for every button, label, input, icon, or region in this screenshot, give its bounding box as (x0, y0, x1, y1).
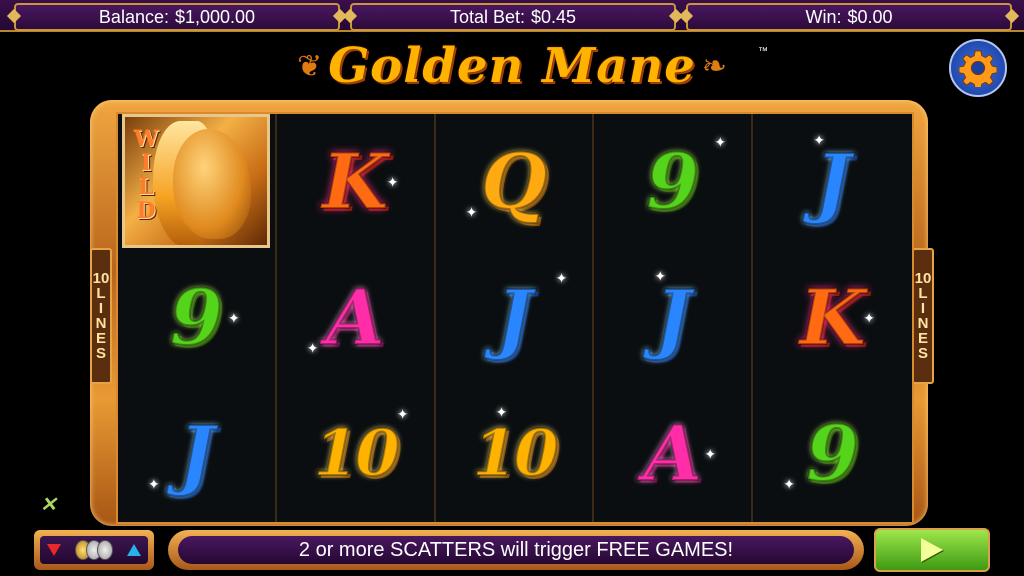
lines-letter: S (917, 345, 928, 362)
play-icon (921, 538, 943, 562)
reel-cell: 9 ✦ (118, 250, 275, 386)
bet-selector-inner (40, 536, 148, 564)
reel-cell: J ✦ (594, 250, 751, 386)
reel-cell: J ✦ (118, 386, 275, 522)
wild-letter: W (133, 126, 159, 152)
reel-cell: 10 ✦ (436, 386, 593, 522)
lines-letter: E (95, 330, 106, 347)
sparkle-icon: ✦ (306, 340, 319, 356)
reel-column: J ✦ K ✦ 9 ✦ (753, 114, 912, 522)
symbol-9: 9 (645, 137, 700, 226)
symbol-k: K (799, 273, 867, 362)
reel-cell: J ✦ (753, 114, 912, 250)
sparkle-icon: ✦ (714, 134, 727, 150)
reel-grid: W I L D 9 ✦ J ✦ K ✦ A ✦ 10 ✦ Q ✦ J ✦ 10 ✦ 9 ✦ J ✦ A ✦ J ✦ K ✦ 9 ✦ (116, 112, 914, 524)
game-logo: ❦ Golden Mane ❧ ™ (256, 34, 768, 98)
sparkle-icon: ✦ (863, 310, 875, 326)
lines-letter: L (918, 285, 928, 302)
win-label: Win: (805, 6, 842, 27)
trademark-mark: ™ (758, 46, 768, 57)
lines-letter: N (917, 315, 929, 332)
reel-cell: K ✦ (277, 114, 434, 250)
sparkle-icon: ✦ (704, 446, 717, 462)
message-text: 2 or more SCATTERS will trigger FREE GAM… (178, 536, 854, 564)
symbol-k: K (321, 137, 389, 226)
sparkle-icon: ✦ (783, 476, 795, 492)
sparkle-icon: ✦ (555, 270, 568, 286)
horse-head-icon (173, 129, 251, 239)
wild-letter: D (136, 198, 156, 224)
symbol-j: J (177, 409, 215, 498)
reel-cell: A ✦ (277, 250, 434, 386)
lines-count: 10 (92, 270, 110, 287)
top-status-bar: Balance: $1,000.00 Total Bet: $0.45 Win:… (0, 0, 1024, 32)
sparkle-icon: ✦ (386, 174, 399, 190)
reel-cell: A ✦ (594, 386, 751, 522)
gear-icon (959, 50, 997, 87)
symbol-a: A (325, 273, 386, 362)
lines-indicator-left: 10 L I N E S (90, 248, 112, 384)
settings-gear-button[interactable] (949, 39, 1007, 97)
wild-symbol: WILD (122, 114, 270, 248)
reel-cell: 10 ✦ (277, 386, 434, 522)
bet-decrease-icon[interactable] (47, 544, 61, 556)
flourish-right-icon: ❧ (701, 49, 727, 83)
bet-selector[interactable] (34, 530, 154, 570)
lines-letter: E (917, 330, 928, 347)
total-bet-value: $0.45 (531, 6, 577, 27)
message-bar: 2 or more SCATTERS will trigger FREE GAM… (168, 530, 864, 570)
reel-cell: 9 ✦ (753, 386, 912, 522)
balance-display: Balance: $1,000.00 (14, 3, 340, 31)
reel-cell: J ✦ (436, 250, 593, 386)
total-bet-display: Total Bet: $0.45 (350, 3, 676, 31)
reel-column: Q ✦ J ✦ 10 ✦ (435, 114, 595, 522)
wild-letter: L (138, 174, 154, 200)
symbol-q: Q (480, 137, 548, 226)
symbol-9: 9 (805, 409, 860, 498)
symbol-j: J (814, 137, 852, 226)
lines-letter: N (95, 315, 107, 332)
win-display: Win: $0.00 (686, 3, 1012, 31)
reel-cell: Q ✦ (436, 114, 593, 250)
sparkle-icon: ✦ (148, 476, 160, 492)
x-marker-icon: ✕ (40, 494, 57, 516)
spin-button[interactable] (874, 528, 990, 572)
lines-indicator-right: 10 L I N E S (912, 248, 934, 384)
total-bet-label: Total Bet: (449, 6, 525, 27)
wild-letter: I (140, 150, 152, 176)
sparkle-icon: ✦ (654, 268, 667, 284)
symbol-j: J (654, 273, 692, 362)
lines-letter: L (96, 285, 106, 302)
sparkle-icon: ✦ (465, 204, 478, 220)
win-value: $0.00 (847, 6, 893, 27)
lines-letter: I (920, 300, 926, 317)
reel-column: W I L D 9 ✦ J ✦ (118, 114, 277, 522)
reel-column: K ✦ A ✦ 10 ✦ (276, 114, 436, 522)
reel-column: 9 ✦ J ✦ A ✦ (594, 114, 754, 522)
lines-letter: S (95, 345, 106, 362)
reel-cell: WILD (118, 114, 275, 250)
reel-cell: 9 ✦ (594, 114, 751, 250)
balance-label: Balance: (98, 6, 169, 27)
sparkle-icon: ✦ (396, 406, 409, 422)
balance-value: $1,000.00 (174, 6, 256, 27)
sparkle-icon: ✦ (228, 310, 240, 326)
sparkle-icon: ✦ (813, 132, 825, 148)
symbol-10: 10 (313, 416, 401, 491)
game-title: Golden Mane (328, 38, 696, 94)
sparkle-icon: ✦ (495, 404, 508, 420)
coins-icon (75, 540, 113, 560)
wild-text: WILD (131, 127, 161, 223)
reel-cell: K ✦ (753, 250, 912, 386)
symbol-9: 9 (169, 273, 224, 362)
symbol-a: A (642, 409, 703, 498)
bet-increase-icon[interactable] (127, 544, 141, 556)
lines-count: 10 (914, 270, 932, 287)
lines-letter: I (98, 300, 104, 317)
symbol-10: 10 (471, 416, 559, 491)
flourish-left-icon: ❦ (297, 49, 323, 83)
symbol-j: J (495, 273, 533, 362)
